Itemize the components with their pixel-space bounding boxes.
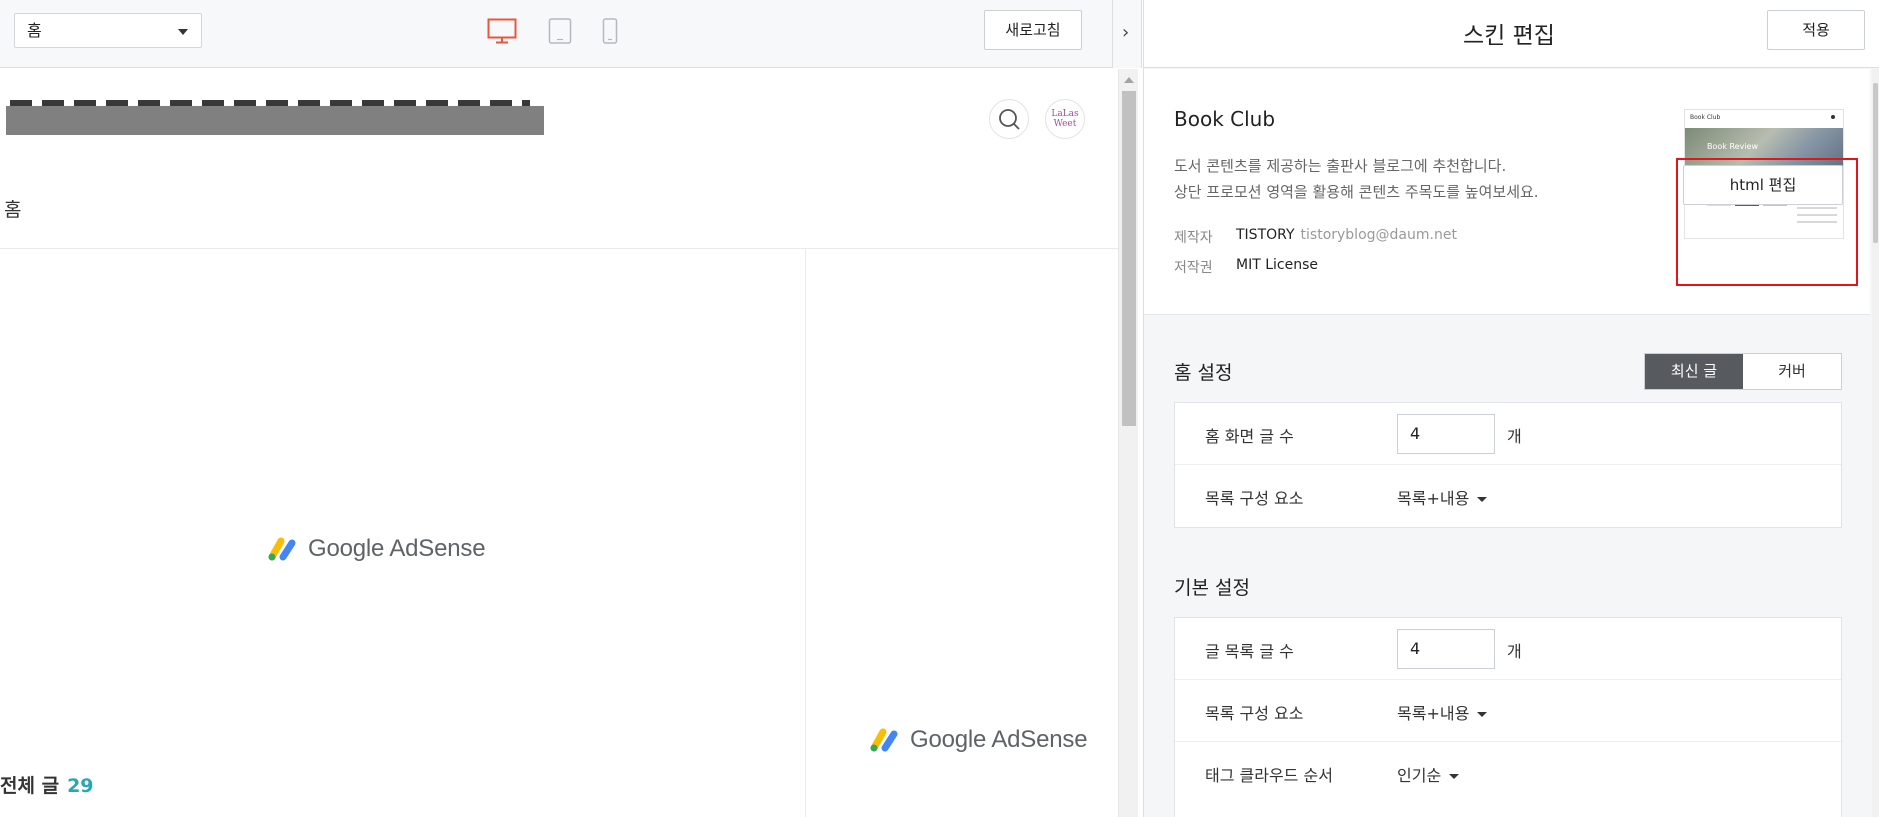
seg-latest-posts[interactable]: 최신 글 xyxy=(1645,354,1743,389)
setting-row: 목록 구성 요소 목록+내용 xyxy=(1175,680,1841,742)
adsense-label: Google AdSense xyxy=(308,535,486,562)
chevron-down-icon xyxy=(1449,774,1460,779)
home-settings-title: 홈 설정 xyxy=(1174,362,1233,384)
sidebar-divider xyxy=(805,249,806,817)
chevron-down-icon xyxy=(1477,497,1488,502)
thumb-dot xyxy=(1831,115,1835,119)
dropdown-value: 목록+내용 xyxy=(1397,704,1470,723)
setting-row: 태그 클라우드 순서 인기순 xyxy=(1175,742,1841,804)
preview-pane: 홈 새로고침 LaLas Weet 홈 Google AdSense Googl… xyxy=(0,0,1138,817)
unit-label: 개 xyxy=(1507,427,1522,446)
total-posts[interactable]: 전체 글 29 xyxy=(0,771,94,798)
setting-label: 홈 화면 글 수 xyxy=(1205,427,1294,446)
scroll-up-arrow-icon[interactable] xyxy=(1124,77,1134,83)
total-posts-label: 전체 글 xyxy=(0,775,60,797)
setting-label: 목록 구성 요소 xyxy=(1205,489,1304,508)
apply-button[interactable]: 적용 xyxy=(1767,10,1865,50)
tag-cloud-order-dropdown[interactable]: 인기순 xyxy=(1397,762,1460,786)
page-select-dropdown[interactable]: 홈 xyxy=(14,13,202,48)
avatar-logo-text: LaLas Weet xyxy=(1051,109,1079,129)
html-edit-button[interactable]: html 편집 xyxy=(1683,165,1843,205)
basic-settings-title: 기본 설정 xyxy=(1174,577,1250,599)
list-component-dropdown[interactable]: 목록+내용 xyxy=(1397,485,1488,509)
divider xyxy=(0,248,1118,249)
scroll-thumb[interactable] xyxy=(1873,83,1878,243)
setting-label: 목록 구성 요소 xyxy=(1205,704,1304,723)
maker-value: TISTORY tistoryblog@daum.net xyxy=(1236,227,1457,243)
search-icon xyxy=(999,109,1020,130)
refresh-button[interactable]: 새로고침 xyxy=(984,10,1082,50)
tablet-icon[interactable] xyxy=(548,18,572,44)
basic-settings-panel: 글 목록 글 수 4 개 목록 구성 요소 목록+내용 태그 클라우드 순서 인… xyxy=(1174,617,1842,817)
editor-header: 스킨 편집 적용 xyxy=(1144,0,1879,68)
dropdown-value: 인기순 xyxy=(1397,766,1442,785)
list-post-count-input[interactable]: 4 xyxy=(1397,629,1495,669)
avatar[interactable]: LaLas Weet xyxy=(1045,99,1085,139)
chevron-down-icon xyxy=(178,29,188,35)
skin-description-line: 상단 프로모션 영역을 활용해 콘텐츠 주목도를 높여보세요. xyxy=(1174,183,1539,201)
page-title: 스킨 편집 xyxy=(1463,23,1555,49)
seg-cover[interactable]: 커버 xyxy=(1743,354,1841,389)
thumb-hero-text: Book Review xyxy=(1707,142,1758,151)
chevron-right-icon: › xyxy=(1122,22,1130,43)
skin-editor-pane: 스킨 편집 적용 Book Club 도서 콘텐츠를 제공하는 출판사 블로그에… xyxy=(1144,0,1879,817)
nav-home-link[interactable]: 홈 xyxy=(4,195,21,222)
page-select-value: 홈 xyxy=(27,21,42,40)
setting-label: 태그 클라우드 순서 xyxy=(1205,766,1333,785)
editor-scrollbar[interactable] xyxy=(1872,69,1879,817)
setting-row: 글 목록 글 수 4 개 xyxy=(1175,618,1841,680)
blog-preview: LaLas Weet 홈 Google AdSense Google AdSen… xyxy=(0,69,1118,817)
search-button[interactable] xyxy=(989,99,1029,139)
adsense-placeholder-sidebar: Google AdSense xyxy=(868,726,1088,754)
chevron-down-icon xyxy=(1477,712,1488,717)
setting-row: 홈 화면 글 수 4 개 xyxy=(1175,403,1841,465)
maker-name: TISTORY xyxy=(1236,227,1295,243)
dropdown-value: 목록+내용 xyxy=(1397,489,1470,508)
skin-description-line: 도서 콘텐츠를 제공하는 출판사 블로그에 추천합니다. xyxy=(1174,157,1507,175)
skin-name: Book Club xyxy=(1174,107,1276,131)
home-post-count-input[interactable]: 4 xyxy=(1397,414,1495,454)
list-component-dropdown[interactable]: 목록+내용 xyxy=(1397,700,1488,724)
thumb-title: Book Club xyxy=(1690,114,1721,121)
adsense-logo-icon xyxy=(268,537,296,561)
adsense-logo-icon xyxy=(870,728,898,752)
unit-label: 개 xyxy=(1507,642,1522,661)
license-value: MIT License xyxy=(1236,257,1318,273)
setting-label: 글 목록 글 수 xyxy=(1205,642,1294,661)
total-posts-count: 29 xyxy=(67,775,94,797)
scroll-thumb[interactable] xyxy=(1122,91,1136,426)
preview-toolbar: 홈 새로고침 xyxy=(0,0,1118,68)
license-label: 저작권 xyxy=(1174,260,1213,276)
preview-scrollbar[interactable] xyxy=(1118,69,1138,817)
maker-email: tistoryblog@daum.net xyxy=(1300,227,1457,243)
mobile-icon[interactable] xyxy=(602,18,618,44)
blog-title-redaction xyxy=(6,106,544,135)
collapse-panel-button[interactable]: › xyxy=(1112,0,1142,68)
setting-row: 목록 구성 요소 목록+내용 xyxy=(1175,465,1841,527)
maker-label: 제작자 xyxy=(1174,230,1213,246)
home-type-toggle[interactable]: 최신 글 커버 xyxy=(1644,353,1842,390)
adsense-label: Google AdSense xyxy=(910,726,1088,753)
desktop-icon[interactable] xyxy=(487,18,517,44)
home-settings-panel: 홈 화면 글 수 4 개 목록 구성 요소 목록+내용 xyxy=(1174,402,1842,528)
adsense-placeholder-main: Google AdSense xyxy=(266,535,486,563)
